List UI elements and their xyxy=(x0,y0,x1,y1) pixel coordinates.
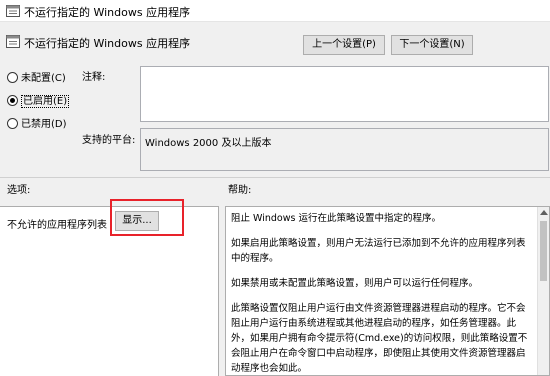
radio-not-configured[interactable]: 未配置(C) xyxy=(7,69,66,84)
radio-label: 已禁用(D) xyxy=(21,119,67,130)
platform-field: Windows 2000 及以上版本 xyxy=(140,128,549,171)
comment-label: 注释: xyxy=(82,72,106,83)
previous-setting-button[interactable]: 上一个设置(P) xyxy=(303,35,385,55)
divider xyxy=(0,177,550,178)
window-title: 不运行指定的 Windows 应用程序 xyxy=(24,6,191,19)
radio-button[interactable] xyxy=(7,72,18,83)
help-paragraph: 阻止 Windows 运行在此策略设置中指定的程序。 xyxy=(231,213,441,224)
disallowed-apps-label: 不允许的应用程序列表 xyxy=(7,220,107,231)
help-section-label: 帮助: xyxy=(228,185,252,196)
next-setting-button[interactable]: 下一个设置(N) xyxy=(391,35,473,55)
platform-label: 支持的平台: xyxy=(82,135,136,146)
help-scrollbar[interactable] xyxy=(537,207,549,375)
title-bar: 不运行指定的 Windows 应用程序 xyxy=(0,0,550,22)
comment-field[interactable] xyxy=(140,66,549,122)
radio-button-selected[interactable] xyxy=(7,95,18,106)
radio-disabled[interactable]: 已禁用(D) xyxy=(7,115,67,130)
help-paragraph: 如果禁用或未配置此策略设置，则用户可以运行任何程序。 xyxy=(231,278,479,289)
scroll-up-arrow-icon[interactable] xyxy=(540,210,548,215)
radio-button[interactable] xyxy=(7,118,18,129)
help-text: 阻止 Windows 运行在此策略设置中指定的程序。 如果启用此策略设置，则用户… xyxy=(226,207,549,375)
help-panel: 阻止 Windows 运行在此策略设置中指定的程序。 如果启用此策略设置，则用户… xyxy=(225,206,550,376)
policy-name: 不运行指定的 Windows 应用程序 xyxy=(24,37,191,50)
radio-enabled[interactable]: 已启用(E) xyxy=(7,92,70,108)
scroll-thumb[interactable] xyxy=(540,221,547,281)
policy-icon xyxy=(6,35,20,48)
help-paragraph: 如果启用此策略设置，则用户无法运行已添加到不允许的应用程序列表中的程序。 xyxy=(231,238,526,264)
help-paragraph: 此策略设置仅阻止用户运行由文件资源管理器进程启动的程序。它不会阻止用户运行由系统… xyxy=(231,303,528,374)
radio-label: 未配置(C) xyxy=(21,73,66,84)
highlight-box xyxy=(110,199,184,236)
radio-label: 已启用(E) xyxy=(21,95,70,108)
options-section-label: 选项: xyxy=(7,185,31,196)
policy-icon xyxy=(6,5,20,17)
